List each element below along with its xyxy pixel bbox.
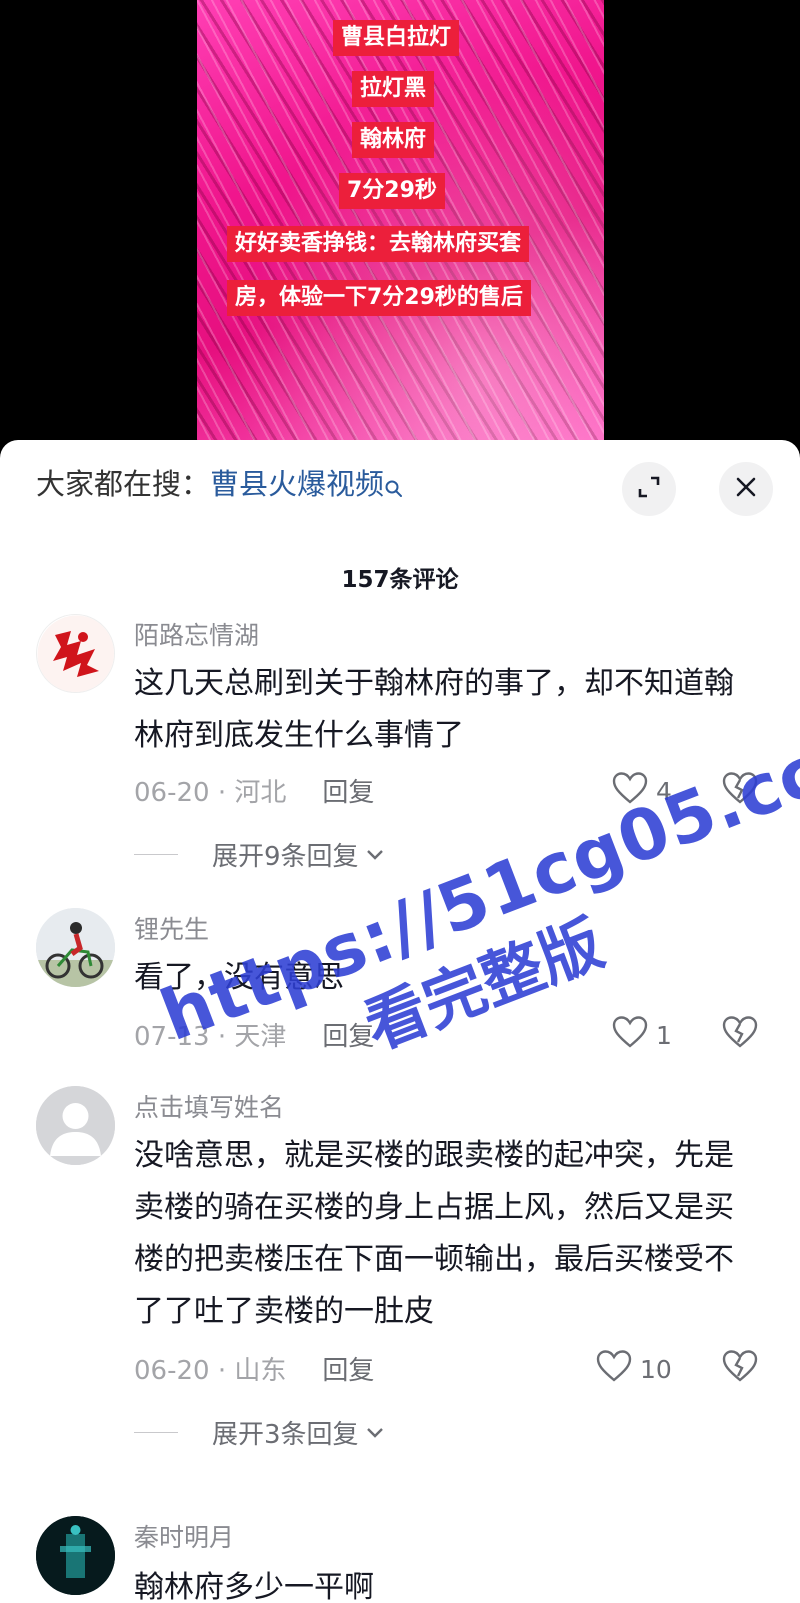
close-button[interactable]	[719, 462, 773, 516]
trending-search-prefix: 大家都在搜：	[36, 467, 211, 501]
heart-icon	[596, 1350, 632, 1388]
video-caption: 曹县白拉灯	[333, 20, 460, 56]
reply-button[interactable]: 回复	[322, 778, 374, 808]
like-button[interactable]: 4	[612, 772, 672, 810]
comment-text: 这几天总刷到关于翰林府的事了，却不知道翰林府到底发生什么事情了	[134, 666, 734, 753]
expand-button[interactable]	[622, 462, 676, 516]
broken-heart-icon	[722, 772, 758, 808]
comment-username[interactable]: 秦时明月	[134, 1518, 234, 1554]
comment-username[interactable]: 陌路忘情湖	[134, 616, 259, 652]
expand-replies[interactable]: 展开3条回复	[134, 1414, 385, 1451]
reply-button[interactable]: 回复	[322, 1356, 374, 1386]
comment-text: 翰林府多少一平啊	[134, 1570, 374, 1603]
avatar[interactable]	[36, 908, 115, 987]
video-area[interactable]: 曹县白拉灯 拉灯黑 翰林府 7分29秒 好好卖香挣钱：去翰林府买套 房，体验一下…	[0, 0, 800, 445]
dislike-button[interactable]	[722, 1016, 758, 1052]
trending-search-term[interactable]: 曹县火爆视频	[210, 467, 384, 501]
video-caption: 翰林府	[352, 122, 435, 158]
comment-meta: 06-20 · 山东 回复	[134, 1350, 374, 1387]
avatar[interactable]	[36, 1086, 115, 1165]
expand-icon	[636, 474, 662, 504]
video-caption: 拉灯黑	[352, 71, 435, 107]
comment-item: 点击填写姓名 没啥意思，就是买楼的跟卖楼的起冲突，先是卖楼的骑在买楼的身上占据上…	[0, 1086, 800, 1486]
video-caption: 好好卖香挣钱：去翰林府买套	[227, 226, 530, 262]
comment-item: 秦时明月 翰林府多少一平啊	[0, 1516, 800, 1603]
video-player[interactable]: 曹县白拉灯 拉灯黑 翰林府 7分29秒 好好卖香挣钱：去翰林府买套 房，体验一下…	[197, 0, 604, 445]
heart-icon	[612, 772, 648, 810]
divider	[134, 854, 178, 855]
comment-text: 没啥意思，就是买楼的跟卖楼的起冲突，先是卖楼的骑在买楼的身上占据上风，然后又是买…	[134, 1138, 734, 1329]
search-icon[interactable]	[384, 467, 404, 511]
comment-item: 陌路忘情湖 这几天总刷到关于翰林府的事了，却不知道翰林府到底发生什么事情了 06…	[0, 608, 800, 908]
comment-text: 看了，没有意思	[134, 960, 344, 995]
close-icon	[735, 476, 757, 502]
comment-date-location: 06-20 · 山东	[134, 1356, 287, 1386]
avatar[interactable]	[36, 1516, 115, 1595]
broken-heart-icon	[722, 1350, 758, 1386]
like-count: 1	[656, 1020, 672, 1050]
video-caption: 7分29秒	[339, 173, 445, 209]
video-caption: 房，体验一下7分29秒的售后	[227, 280, 531, 316]
reply-button[interactable]: 回复	[322, 1022, 374, 1052]
dislike-button[interactable]	[722, 772, 758, 808]
like-button[interactable]: 1	[612, 1016, 672, 1054]
comment-item: 锂先生 看了，没有意思 07-13 · 天津 回复 1	[0, 908, 800, 1083]
comment-sheet: 大家都在搜：曹县火爆视频 157条评论 陌路忘情湖 这几天总刷到关于翰林府的事了…	[0, 440, 800, 1603]
broken-heart-icon	[722, 1016, 758, 1052]
comment-meta: 06-20 · 河北 回复	[134, 772, 374, 809]
trending-search[interactable]: 大家都在搜：曹县火爆视频	[36, 462, 404, 511]
expand-replies[interactable]: 展开9条回复	[134, 836, 385, 873]
chevron-down-icon	[365, 848, 385, 862]
comment-username[interactable]: 锂先生	[134, 910, 209, 946]
like-count: 4	[656, 776, 672, 806]
comment-date-location: 07-13 · 天津	[134, 1022, 287, 1052]
comment-username[interactable]: 点击填写姓名	[134, 1088, 284, 1124]
comment-date-location: 06-20 · 河北	[134, 778, 287, 808]
heart-icon	[612, 1016, 648, 1054]
divider	[134, 1432, 178, 1433]
like-count: 10	[640, 1354, 672, 1384]
comment-meta: 07-13 · 天津 回复	[134, 1016, 374, 1053]
expand-replies-label: 展开9条回复	[212, 842, 359, 872]
expand-replies-label: 展开3条回复	[212, 1420, 359, 1450]
dislike-button[interactable]	[722, 1350, 758, 1386]
avatar[interactable]	[36, 614, 115, 693]
chevron-down-icon	[365, 1426, 385, 1440]
like-button[interactable]: 10	[596, 1350, 672, 1388]
comment-count: 157条评论	[341, 567, 459, 593]
